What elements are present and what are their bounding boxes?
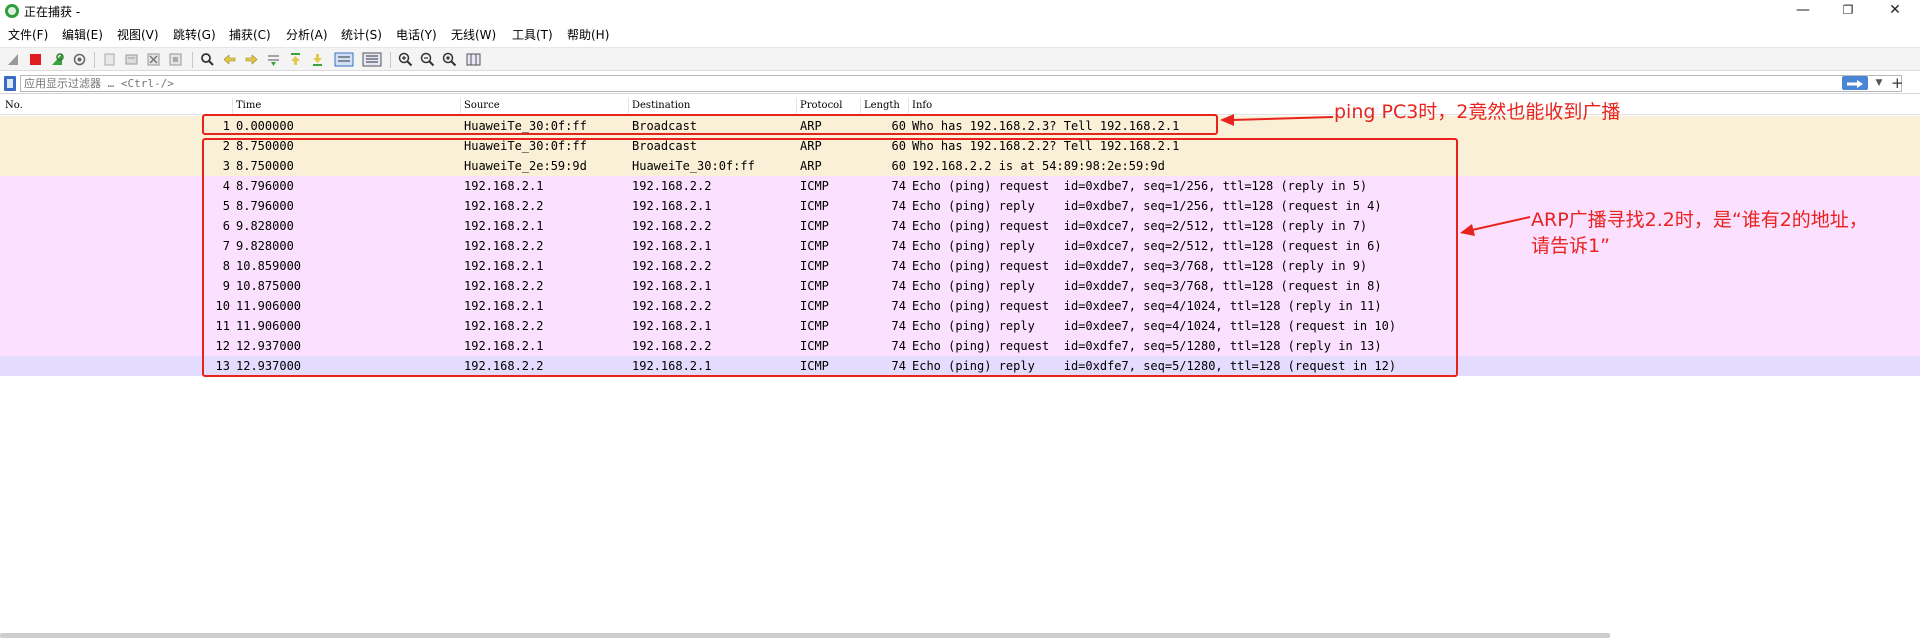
title-bar: 正在捕获 - — ❐ ✕: [0, 0, 1920, 22]
column-header-no[interactable]: No.: [5, 100, 23, 111]
column-header-protocol[interactable]: Protocol: [800, 100, 842, 111]
menu-help[interactable]: 帮助(H): [567, 26, 609, 43]
column-divider[interactable]: [628, 98, 629, 115]
toolbar-separator: [390, 52, 391, 68]
filter-history-dropdown[interactable]: ▼: [1873, 76, 1885, 90]
menu-edit[interactable]: 编辑(E): [62, 26, 103, 43]
stop-capture-icon[interactable]: [28, 52, 43, 67]
restart-capture-icon[interactable]: [50, 52, 65, 67]
window-title: 正在捕获 -: [24, 5, 81, 19]
first-packet-icon[interactable]: [288, 52, 303, 67]
add-filter-button[interactable]: +: [1891, 74, 1904, 92]
filter-bookmark-icon[interactable]: [4, 76, 16, 91]
annotation-note-broadcast: ping PC3时，2竟然也能收到广播: [1334, 101, 1621, 123]
close-file-icon[interactable]: [146, 52, 161, 67]
menu-bar: 文件(F) 编辑(E) 视图(V) 跳转(G) 捕获(C) 分析(A) 统计(S…: [0, 24, 1920, 44]
horizontal-scrollbar[interactable]: [0, 633, 1610, 638]
packet-list-header: No. Time Source Destination Protocol Len…: [0, 98, 1920, 115]
reload-file-icon[interactable]: [168, 52, 183, 67]
menu-go[interactable]: 跳转(G): [173, 26, 216, 43]
go-to-packet-icon[interactable]: [266, 52, 281, 67]
go-back-icon[interactable]: [222, 52, 237, 67]
toolbar-separator: [94, 52, 95, 68]
shark-fin-start-icon[interactable]: [6, 52, 21, 67]
annotation-note-arp-line1: ARP广播寻找2.2时，是“谁有2的地址，: [1531, 209, 1868, 231]
annotation-box-rows-2-13: [202, 138, 1458, 377]
wireshark-fin-icon: [5, 4, 19, 18]
column-header-info[interactable]: Info: [912, 100, 932, 111]
arrow-right-icon: [1847, 80, 1863, 88]
column-header-time[interactable]: Time: [236, 100, 261, 111]
menu-analyze[interactable]: 分析(A): [286, 26, 328, 43]
zoom-in-icon[interactable]: [398, 52, 413, 67]
normal-size-icon[interactable]: [442, 52, 457, 67]
menu-wireless[interactable]: 无线(W): [451, 26, 496, 43]
column-divider[interactable]: [908, 98, 909, 115]
column-divider[interactable]: [232, 98, 233, 115]
capture-options-icon[interactable]: [72, 52, 87, 67]
column-header-destination[interactable]: Destination: [632, 100, 690, 111]
menu-telephony[interactable]: 电话(Y): [396, 26, 437, 43]
open-file-icon[interactable]: [102, 52, 117, 67]
menu-capture[interactable]: 捕获(C): [229, 26, 271, 43]
find-packet-icon[interactable]: [200, 52, 215, 67]
annotation-note-arp-line2: 请告诉1”: [1531, 235, 1610, 257]
menu-tools[interactable]: 工具(T): [512, 26, 553, 43]
column-header-length[interactable]: Length: [864, 100, 900, 111]
save-file-icon[interactable]: [124, 52, 139, 67]
resize-columns-icon[interactable]: [466, 52, 481, 67]
go-forward-icon[interactable]: [244, 52, 259, 67]
menu-statistics[interactable]: 统计(S): [341, 26, 382, 43]
display-filter-input[interactable]: [20, 75, 1902, 92]
annotation-box-row1: [202, 114, 1218, 135]
main-toolbar: [0, 47, 1920, 71]
column-divider[interactable]: [860, 98, 861, 115]
auto-scroll-icon[interactable]: [334, 52, 354, 67]
zoom-out-icon[interactable]: [420, 52, 435, 67]
column-divider[interactable]: [796, 98, 797, 115]
menu-view[interactable]: 视图(V): [117, 26, 159, 43]
column-header-source[interactable]: Source: [464, 100, 500, 111]
minimize-button[interactable]: —: [1780, 0, 1826, 22]
colorize-icon[interactable]: [362, 52, 382, 67]
close-button[interactable]: ✕: [1872, 0, 1918, 22]
last-packet-icon[interactable]: [310, 52, 325, 67]
display-filter-bar: [0, 74, 1920, 94]
toolbar-separator: [192, 52, 193, 68]
apply-filter-button[interactable]: [1842, 76, 1868, 90]
menu-file[interactable]: 文件(F): [8, 26, 48, 43]
restore-button[interactable]: ❐: [1825, 0, 1871, 22]
column-divider[interactable]: [460, 98, 461, 115]
